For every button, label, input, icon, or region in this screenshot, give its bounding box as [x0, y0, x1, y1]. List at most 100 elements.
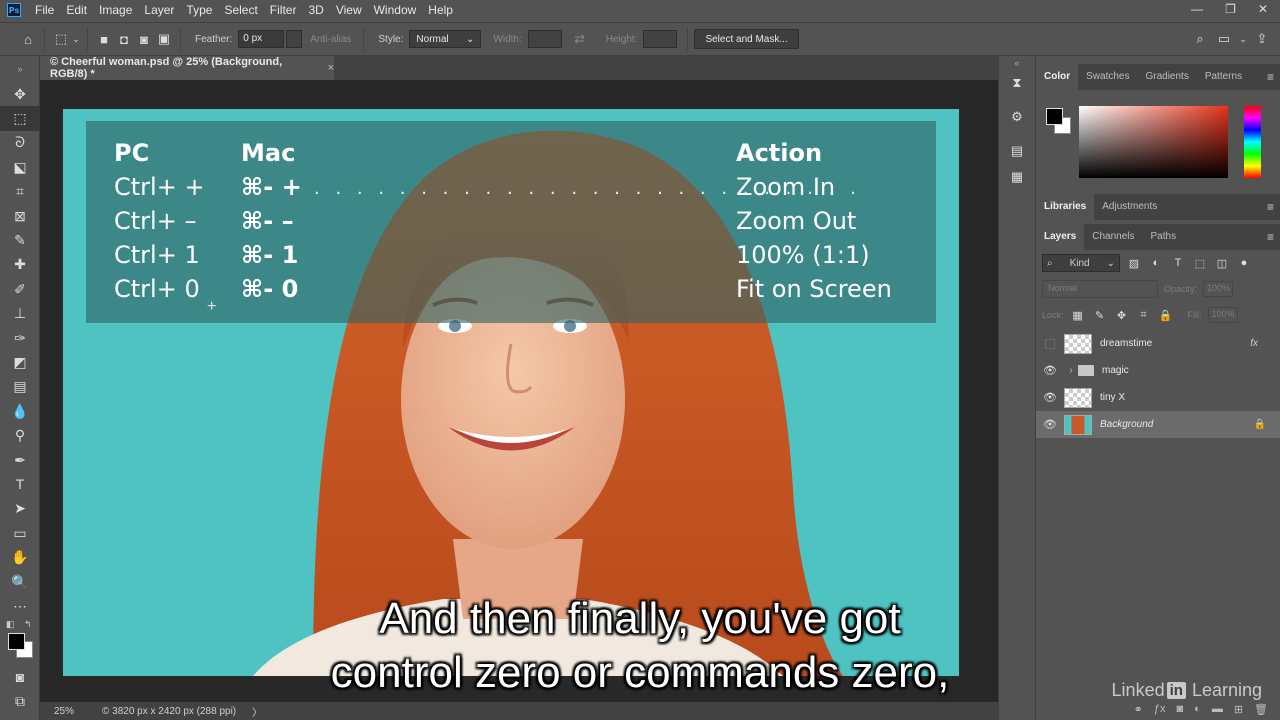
eye-icon[interactable]: 👁 [1036, 391, 1064, 404]
tab-channels[interactable]: Channels [1084, 224, 1142, 250]
zoom-level[interactable]: 25% [54, 706, 102, 717]
layer-row-dreamstime[interactable]: dreamstime fx [1036, 330, 1280, 357]
pen-tool-icon[interactable]: ✒ [0, 448, 40, 472]
healing-brush-tool-icon[interactable]: ✚ [0, 253, 40, 277]
pixel-filter-icon[interactable]: ▨ [1126, 257, 1142, 270]
history-brush-tool-icon[interactable]: ✑ [0, 326, 40, 350]
adjustment-filter-icon[interactable]: ◐ [1148, 257, 1164, 269]
style-select[interactable]: Normal ⌄ [409, 30, 482, 48]
eye-icon[interactable]: 👁 [1036, 418, 1064, 431]
menu-filter[interactable]: Filter [264, 0, 303, 20]
canvas[interactable]: PC Mac Action . . . . . . . . . . . . . … [63, 109, 959, 676]
subtract-selection-icon[interactable]: ◙ [134, 29, 154, 49]
width-input[interactable] [527, 30, 562, 48]
delete-layer-icon[interactable]: 🗑 [1254, 703, 1268, 716]
add-selection-icon[interactable]: ◘ [114, 29, 134, 49]
select-and-mask-button[interactable]: Select and Mask... [694, 29, 799, 49]
blend-mode-select[interactable]: Normal [1042, 280, 1158, 298]
object-selection-tool-icon[interactable]: ⬕ [0, 155, 40, 179]
shape-filter-icon[interactable]: ⬚ [1192, 257, 1208, 270]
menu-view[interactable]: View [330, 0, 368, 20]
rectangular-marquee-tool-icon[interactable]: ⬚ [0, 106, 40, 131]
filter-toggle-icon[interactable]: ● [1236, 257, 1252, 269]
adjustment-layer-icon[interactable]: ◐ [1194, 703, 1201, 715]
rectangle-tool-icon[interactable]: ▭ [0, 521, 40, 545]
crop-tool-icon[interactable]: ⌗ [0, 180, 40, 204]
collapse-tools-icon[interactable]: » [0, 56, 40, 82]
chevron-down-icon[interactable]: ⌄ [1238, 29, 1248, 49]
search-icon[interactable]: ⌕ [1190, 29, 1210, 49]
layer-row-background[interactable]: 👁 Background 🔒 [1036, 411, 1280, 438]
hue-slider[interactable] [1244, 106, 1261, 178]
menu-edit[interactable]: Edit [60, 0, 93, 20]
layer-style-icon[interactable]: ƒx [1154, 703, 1166, 715]
type-tool-icon[interactable]: T [0, 472, 40, 496]
lock-transparent-icon[interactable]: ▦ [1070, 309, 1086, 322]
document-tab[interactable]: © Cheerful woman.psd @ 25% (Background, … [40, 56, 334, 80]
color-picker-field[interactable] [1079, 106, 1228, 178]
lock-artboard-icon[interactable]: ⌗ [1136, 309, 1152, 322]
menu-type[interactable]: Type [180, 0, 218, 20]
collapse-panels-icon[interactable]: « [999, 56, 1035, 70]
eye-icon[interactable]: 👁 [1036, 364, 1064, 377]
menu-3d[interactable]: 3D [302, 0, 329, 20]
panel-menu-icon[interactable]: ≡ [1267, 200, 1274, 214]
clone-stamp-tool-icon[interactable]: ⊥ [0, 302, 40, 326]
feather-input[interactable]: 0 px [238, 30, 285, 48]
workspace-icon[interactable]: ▭ [1214, 29, 1234, 49]
intersect-selection-icon[interactable]: ▣ [154, 29, 174, 49]
lasso-tool-icon[interactable]: ᘐ [0, 131, 40, 155]
tab-libraries[interactable]: Libraries [1036, 194, 1095, 220]
tab-color[interactable]: Color [1036, 64, 1079, 90]
tab-swatches[interactable]: Swatches [1078, 64, 1137, 90]
height-input[interactable] [643, 30, 678, 48]
antialias-label[interactable]: Anti-alias [310, 34, 351, 45]
foreground-color-swatch[interactable] [1046, 108, 1063, 125]
add-mask-icon[interactable]: ◙ [1177, 703, 1184, 715]
menu-help[interactable]: Help [422, 0, 459, 20]
layer-row-magic[interactable]: 👁 › magic [1036, 357, 1280, 384]
tab-patterns[interactable]: Patterns [1197, 64, 1250, 90]
menu-file[interactable]: File [29, 0, 60, 20]
eraser-tool-icon[interactable]: ◩ [0, 350, 40, 374]
menu-layer[interactable]: Layer [138, 0, 180, 20]
tab-paths[interactable]: Paths [1143, 224, 1185, 250]
dodge-tool-icon[interactable]: ⚲ [0, 423, 40, 447]
fx-icon[interactable]: fx [1250, 338, 1258, 349]
minimize-button[interactable]: — [1191, 0, 1203, 18]
lock-position-icon[interactable]: ✥ [1114, 309, 1130, 322]
eyedropper-tool-icon[interactable]: ✎ [0, 228, 40, 252]
smart-object-filter-icon[interactable]: ◫ [1214, 257, 1230, 270]
panel-menu-icon[interactable]: ≡ [1267, 230, 1274, 244]
notes-icon[interactable]: ▦ [999, 164, 1035, 190]
visibility-toggle[interactable] [1045, 338, 1055, 349]
fill-input[interactable]: 100% [1207, 307, 1238, 323]
blur-tool-icon[interactable]: 💧 [0, 399, 40, 423]
chevron-right-icon[interactable]: › [1064, 365, 1078, 376]
layer-row-tiny-x[interactable]: 👁 tiny X [1036, 384, 1280, 411]
history-icon[interactable]: ⧗ [999, 70, 1035, 96]
tab-adjustments[interactable]: Adjustments [1094, 194, 1165, 220]
kind-filter-select[interactable]: ⌕ Kind ⌄ [1042, 254, 1120, 272]
move-tool-icon[interactable]: ✥ [0, 82, 40, 106]
chevron-down-icon[interactable]: ⌄ [71, 29, 81, 49]
new-group-icon[interactable]: ▬ [1212, 703, 1223, 715]
new-selection-icon[interactable]: ■ [94, 29, 114, 49]
lock-image-icon[interactable]: ✎ [1092, 309, 1108, 322]
libraries-icon[interactable]: ▤ [999, 138, 1035, 164]
panel-menu-icon[interactable]: ≡ [1267, 70, 1274, 84]
type-filter-icon[interactable]: T [1170, 257, 1186, 269]
maximize-button[interactable]: ❐ [1225, 0, 1236, 18]
path-selection-tool-icon[interactable]: ➤ [0, 497, 40, 521]
tab-gradients[interactable]: Gradients [1137, 64, 1196, 90]
tab-layers[interactable]: Layers [1036, 224, 1085, 250]
menu-select[interactable]: Select [218, 0, 263, 20]
opacity-input[interactable]: 100% [1203, 281, 1234, 297]
info-menu-arrow[interactable]: 〉 [252, 704, 262, 719]
share-icon[interactable]: ⇪ [1252, 29, 1272, 49]
new-layer-icon[interactable]: ⊞ [1234, 703, 1243, 716]
menu-window[interactable]: Window [368, 0, 423, 20]
link-layers-icon[interactable]: ⚭ [1134, 703, 1143, 716]
brush-tool-icon[interactable]: ✐ [0, 277, 40, 301]
zoom-tool-icon[interactable]: 🔍 [0, 570, 40, 594]
